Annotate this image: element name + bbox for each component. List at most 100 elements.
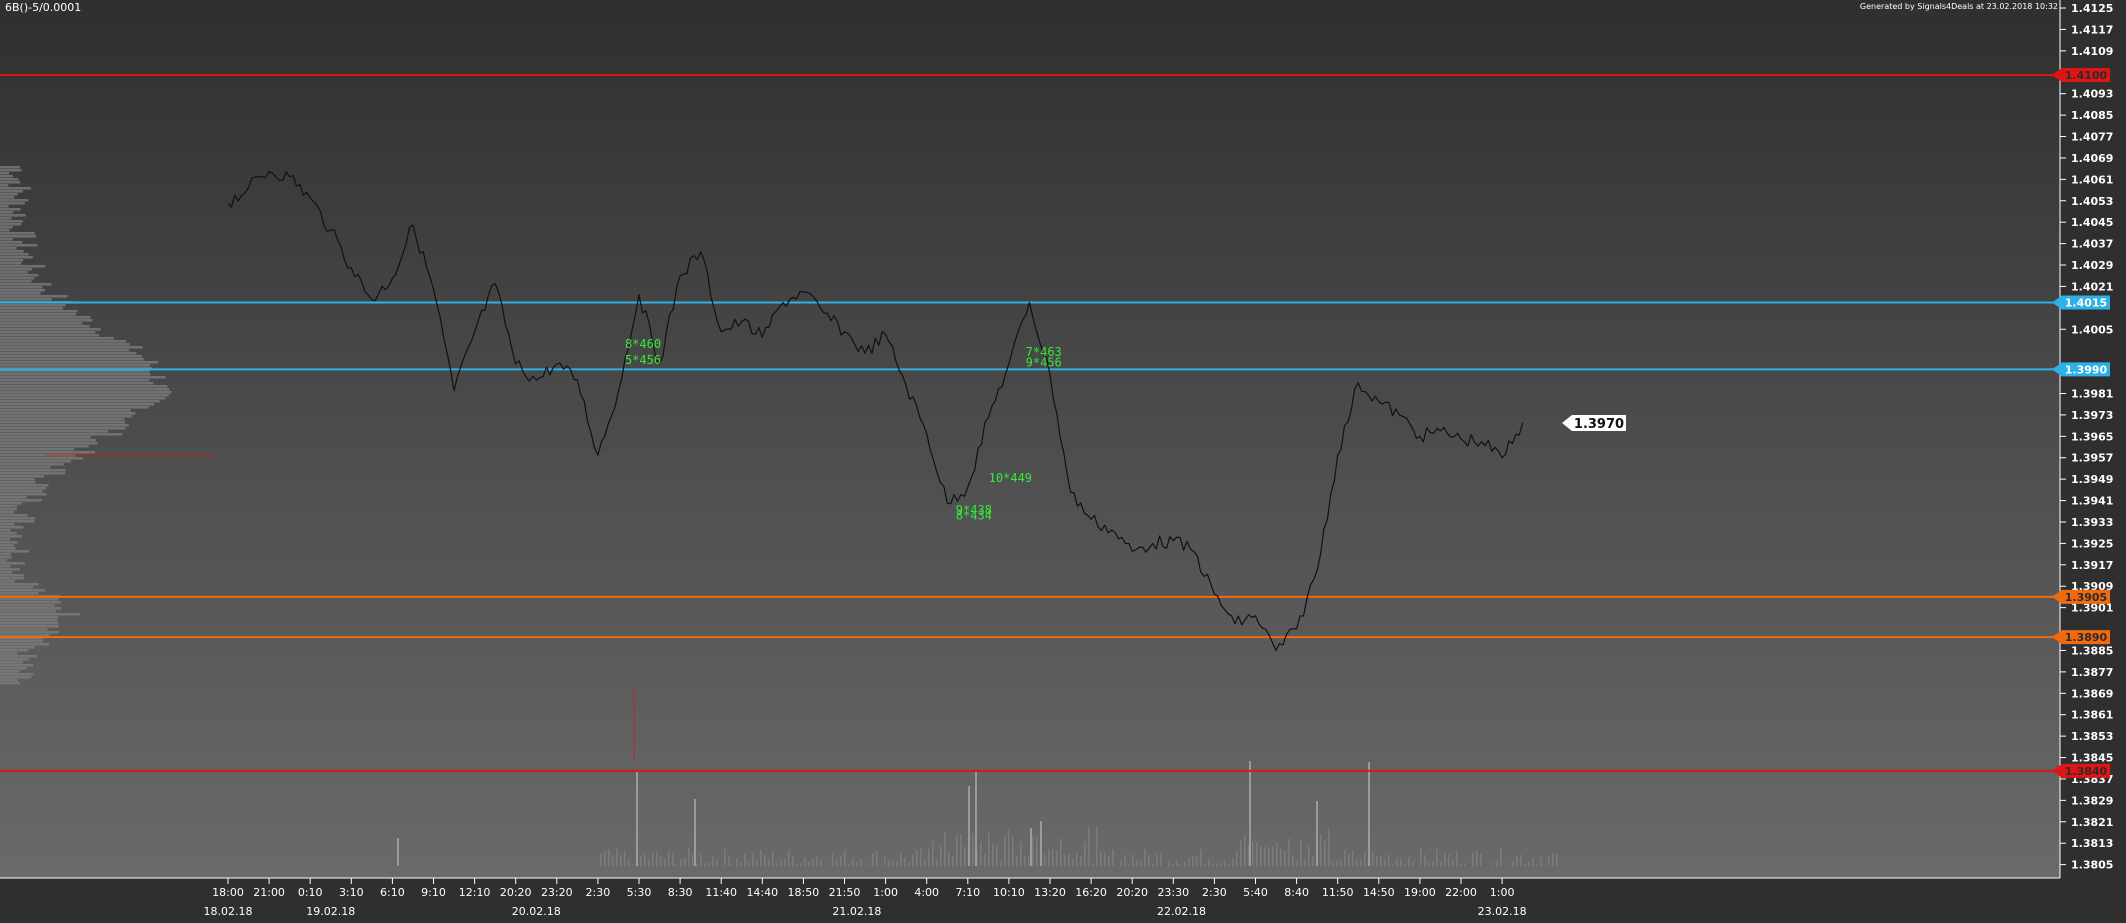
profile-bar	[0, 450, 95, 454]
volume-bar	[612, 856, 614, 866]
profile-bar	[0, 474, 45, 478]
volume-bar	[972, 833, 974, 866]
volume-bar	[828, 864, 830, 866]
volume-bar	[1424, 854, 1426, 866]
volume-bar	[952, 856, 954, 866]
profile-bar	[0, 243, 38, 247]
profile-bar	[0, 435, 91, 439]
time-tick-label: 14:40	[746, 886, 778, 899]
volume-bar	[764, 855, 766, 866]
volume-bar	[804, 857, 806, 866]
price-tick-label: 1.3941	[2071, 495, 2113, 508]
volume-bar	[1132, 854, 1134, 866]
volume-bar	[1128, 864, 1130, 866]
profile-bar	[0, 537, 10, 541]
volume-bar	[1264, 846, 1266, 866]
volume-bar	[964, 846, 966, 866]
volume-bar	[1036, 835, 1038, 866]
time-tick-label: 4:00	[914, 886, 939, 899]
profile-bar	[0, 258, 24, 262]
volume-bar	[1224, 860, 1226, 866]
profile-bar	[0, 627, 48, 631]
time-tick-label: 23:20	[541, 886, 573, 899]
time-tick-label: 5:40	[1243, 886, 1268, 899]
volume-bar	[680, 859, 682, 866]
profile-bar	[0, 174, 13, 178]
volume-bar	[676, 865, 678, 866]
profile-bar	[0, 363, 151, 367]
volume-bar	[640, 856, 642, 866]
price-tick-label: 1.3829	[2071, 794, 2113, 807]
profile-bar	[0, 213, 26, 217]
volume-bar	[712, 856, 714, 866]
volume-bar	[1360, 859, 1362, 866]
volume-bar	[776, 862, 778, 866]
level-badge-label: 1.3990	[2065, 363, 2108, 376]
profile-bar	[0, 324, 90, 328]
profile-bar	[0, 408, 131, 412]
profile-bar	[0, 405, 149, 409]
date-label: 19.02.18	[306, 905, 355, 918]
profile-bar	[0, 546, 16, 550]
profile-bar	[0, 612, 81, 616]
volume-bar	[820, 860, 822, 866]
time-tick-label: 16:20	[1075, 886, 1107, 899]
volume-bar	[1336, 860, 1338, 866]
level-badge-label: 1.4015	[2065, 296, 2107, 309]
volume-bar	[1344, 849, 1346, 866]
level-badge-label: 1.3905	[2065, 591, 2107, 604]
volume-bar	[1256, 841, 1258, 866]
volume-bar	[1420, 848, 1422, 866]
time-tick-label: 11:40	[705, 886, 737, 899]
price-tick-label: 1.3861	[2071, 709, 2113, 722]
volume-bar	[672, 853, 674, 866]
profile-bar	[0, 192, 18, 196]
volume-bar	[1556, 853, 1558, 866]
profile-bar	[0, 339, 127, 343]
volume-bar	[1396, 857, 1398, 866]
volume-bar	[724, 848, 726, 866]
profile-bar	[0, 426, 126, 430]
volume-bar	[1440, 861, 1442, 866]
profile-bar	[0, 471, 66, 475]
volume-bar	[744, 854, 746, 866]
volume-bar	[1092, 862, 1094, 866]
profile-bar	[0, 558, 8, 562]
volume-bar	[1072, 857, 1074, 866]
volume-bar	[716, 860, 718, 866]
profile-bar	[0, 177, 19, 181]
price-tick-label: 1.3813	[2071, 837, 2113, 850]
profile-bar	[0, 312, 77, 316]
volume-bar	[1492, 862, 1494, 866]
volume-bar	[916, 850, 918, 866]
time-tick-label: 18:00	[212, 886, 244, 899]
profile-bar	[0, 459, 71, 463]
volume-bar	[1120, 860, 1122, 866]
volume-bar	[1048, 849, 1050, 866]
profile-bar	[0, 303, 66, 307]
profile-bar	[0, 333, 99, 337]
volume-bar	[932, 841, 934, 866]
volume-bar	[1536, 864, 1538, 866]
volume-bar	[1030, 828, 1032, 866]
volume-bar	[1152, 863, 1154, 866]
profile-bar	[0, 393, 169, 397]
profile-bar	[0, 360, 159, 364]
volume-bar	[1448, 854, 1450, 866]
profile-bar	[0, 321, 83, 325]
time-tick-label: 10:10	[993, 886, 1025, 899]
profile-bar	[0, 660, 23, 664]
profile-bar	[0, 423, 129, 427]
volume-bar	[1408, 856, 1410, 866]
time-tick-label: 23:30	[1157, 886, 1189, 899]
profile-bar	[0, 414, 133, 418]
price-tick-label: 1.3885	[2071, 644, 2113, 657]
profile-bar	[0, 609, 56, 613]
volume-bar	[892, 859, 894, 866]
volume-bar	[624, 851, 626, 866]
profile-bar	[0, 345, 143, 349]
profile-bar	[0, 372, 151, 376]
price-tick-label: 1.4093	[2071, 88, 2113, 101]
trade-annotation: 8*460	[625, 337, 661, 351]
volume-bar	[924, 859, 926, 866]
